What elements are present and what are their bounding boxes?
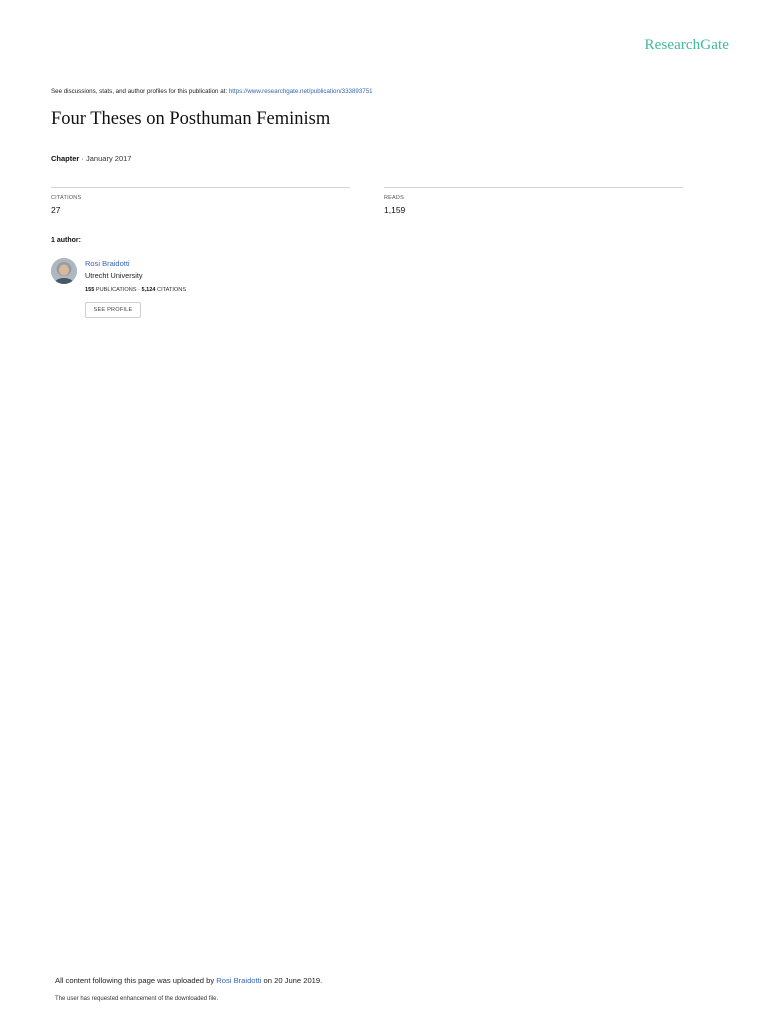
reads-value: 1,159 [384,205,406,215]
see-profile-button[interactable]: SEE PROFILE [85,302,141,318]
reads-label: READS [384,195,404,201]
publication-link[interactable]: https://www.researchgate.net/publication… [229,88,373,95]
upload-notice: All content following this page was uplo… [55,976,322,985]
author-citations-count: 5,124 [141,287,156,293]
publication-date: January 2017 [86,154,132,163]
discussion-text: See discussions, stats, and author profi… [51,88,229,95]
author-institution: Utrecht University [85,271,143,280]
enhancement-note: The user has requested enhancement of th… [55,996,219,1002]
citations-label: CITATIONS [51,195,82,201]
author-stats: 155 PUBLICATIONS · 5,124 CITATIONS [85,287,186,293]
author-name-link[interactable]: Rosi Braidotti [85,259,130,268]
reads-stat: READS 1,159 [384,187,683,215]
author-publications-label: PUBLICATIONS [94,287,137,293]
researchgate-logo[interactable]: ResearchGate [645,37,729,54]
author-photo-icon[interactable] [51,258,77,284]
citations-value: 27 [51,205,61,215]
discussion-notice: See discussions, stats, and author profi… [51,88,373,95]
upload-prefix: All content following this page was uplo… [55,976,217,985]
author-citations-label: CITATIONS [155,287,187,293]
meta-separator: · [79,154,87,163]
upload-suffix: on 20 June 2019. [261,976,323,985]
publication-title: Four Theses on Posthuman Feminism [51,109,331,129]
citations-stat: CITATIONS 27 [51,187,350,215]
author-publications-count: 155 [85,287,95,293]
authors-heading: 1 author: [51,237,81,244]
publication-meta: Chapter · January 2017 [51,154,131,163]
publication-type: Chapter [51,154,80,163]
uploader-link[interactable]: Rosi Braidotti [216,976,261,985]
